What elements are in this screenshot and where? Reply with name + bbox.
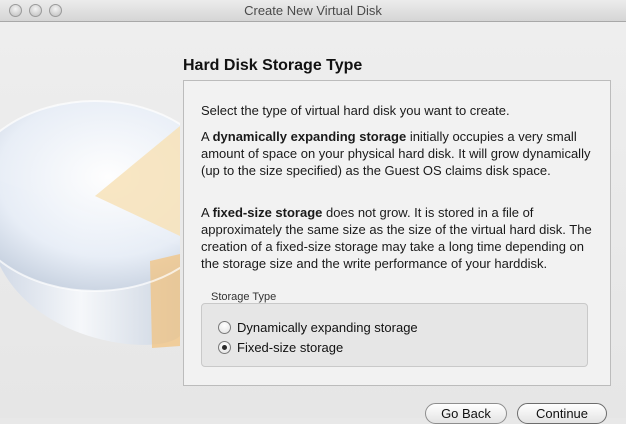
fixed-description: A fixed-size storage does not grow. It i…: [201, 204, 599, 272]
intro-text: Select the type of virtual hard disk you…: [201, 103, 510, 118]
option-dynamic-label: Dynamically expanding storage: [237, 319, 418, 335]
dynamic-prefix: A: [201, 129, 213, 144]
description-panel: Select the type of virtual hard disk you…: [183, 80, 611, 386]
dialog-content: Hard Disk Storage Type Select the type o…: [0, 22, 626, 424]
storage-type-group: Dynamically expanding storage Fixed-size…: [201, 303, 588, 367]
title-bar: Create New Virtual Disk: [0, 0, 626, 22]
option-fixed[interactable]: Fixed-size storage: [218, 339, 343, 355]
hard-disk-icon: [0, 100, 180, 348]
go-back-button[interactable]: Go Back: [425, 403, 507, 424]
page-title: Hard Disk Storage Type: [183, 57, 363, 74]
dynamic-bold: dynamically expanding storage: [212, 129, 407, 144]
option-dynamic[interactable]: Dynamically expanding storage: [218, 319, 418, 335]
continue-button[interactable]: Continue: [517, 403, 607, 424]
fixed-prefix: A: [201, 205, 213, 220]
fixed-bold: fixed-size storage: [212, 205, 323, 220]
window-title: Create New Virtual Disk: [244, 3, 382, 18]
radio-fixed[interactable]: [218, 340, 231, 354]
option-fixed-label: Fixed-size storage: [237, 339, 344, 355]
storage-type-label: Storage Type: [211, 291, 277, 303]
radio-dynamic[interactable]: [218, 320, 231, 334]
dynamic-description: A dynamically expanding storage initiall…: [201, 128, 599, 179]
